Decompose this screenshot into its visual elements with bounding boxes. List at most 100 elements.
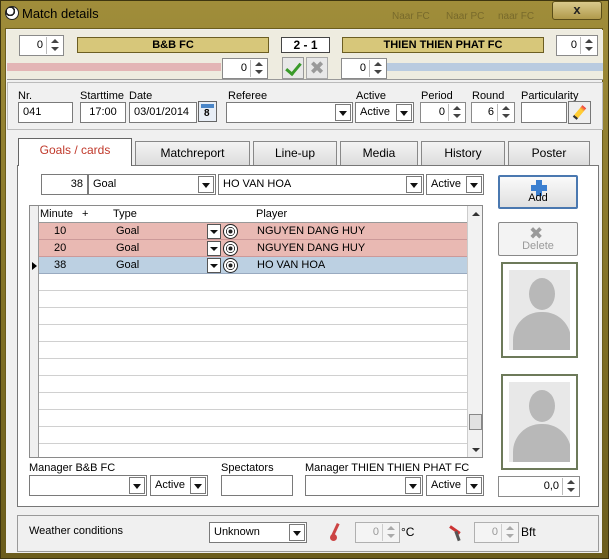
header-type[interactable]: Type xyxy=(113,206,137,222)
spinner-arrows-icon[interactable] xyxy=(501,524,517,541)
spinner-arrows-icon[interactable] xyxy=(562,478,578,495)
close-button[interactable]: x xyxy=(552,1,602,20)
title-bar[interactable]: Match details Naar FC Naar PC naar FC x xyxy=(0,0,609,28)
scroll-thumb[interactable] xyxy=(469,414,482,430)
home-manager-label: Manager B&B FC xyxy=(29,462,116,474)
home-extra-spinner[interactable]: 0 xyxy=(19,35,64,56)
rating-spinner[interactable]: 0,0 xyxy=(498,476,580,497)
chevron-down-icon[interactable] xyxy=(406,176,422,193)
home-sub-spinner[interactable]: 0 xyxy=(222,58,268,79)
chevron-down-icon[interactable] xyxy=(129,477,145,494)
minute-input[interactable]: 38 xyxy=(41,174,88,195)
tab-line-up[interactable]: Line-up xyxy=(253,141,337,165)
home-color-bar xyxy=(7,63,221,71)
round-spinner[interactable]: 6 xyxy=(471,102,515,123)
ghost-label-2: Naar PC xyxy=(446,11,485,22)
confirm-check-button[interactable] xyxy=(282,57,304,79)
date-field[interactable]: 03/01/2014 xyxy=(129,102,197,123)
empty-row xyxy=(30,274,467,291)
current-row-arrow-icon xyxy=(32,262,37,270)
chevron-down-icon[interactable] xyxy=(190,477,206,494)
tab-poster[interactable]: Poster xyxy=(508,141,590,165)
spinner-arrows-icon[interactable] xyxy=(382,524,398,541)
spinner-arrows-icon[interactable] xyxy=(369,60,385,77)
chevron-down-icon[interactable] xyxy=(466,176,482,193)
chevron-down-icon[interactable] xyxy=(335,104,351,121)
spinner-arrows-icon[interactable] xyxy=(580,37,596,54)
scroll-down-icon[interactable] xyxy=(468,442,482,457)
starttime-field[interactable]: 17:00 xyxy=(80,102,126,123)
nr-field[interactable]: 041 xyxy=(18,102,73,123)
away-extra-value: 0 xyxy=(570,39,577,51)
cancel-x-button[interactable]: ✖ xyxy=(306,57,328,79)
spinner-arrows-icon[interactable] xyxy=(250,60,266,77)
away-manager-status-select[interactable]: Active xyxy=(426,475,484,496)
row-minute: 10 xyxy=(54,225,67,237)
row-type: Goal xyxy=(116,242,140,254)
table-row[interactable]: 38 Goal HO VAN HOA xyxy=(30,257,467,274)
empty-row xyxy=(30,444,467,457)
score-result: 2 - 1 xyxy=(281,37,330,53)
chevron-down-icon[interactable] xyxy=(207,241,221,256)
chevron-down-icon[interactable] xyxy=(396,104,412,121)
tab-goals-cards[interactable]: Goals / cards xyxy=(18,138,132,166)
calendar-icon[interactable] xyxy=(198,101,217,122)
grid-scrollbar[interactable] xyxy=(467,206,482,457)
spinner-arrows-icon[interactable] xyxy=(448,104,464,121)
table-row[interactable]: 20 Goal NGUYEN DANG HUY xyxy=(30,240,467,257)
away-manager-status: Active xyxy=(431,479,461,491)
row-indicator xyxy=(30,325,39,342)
spinner-arrows-icon[interactable] xyxy=(46,37,62,54)
chevron-down-icon[interactable] xyxy=(289,524,305,541)
tab-media[interactable]: Media xyxy=(340,141,418,165)
soccer-ball-icon xyxy=(223,258,238,273)
active-value: Active xyxy=(360,106,390,118)
home-manager-status-select[interactable]: Active xyxy=(150,475,208,496)
chevron-down-icon[interactable] xyxy=(198,176,214,193)
referee-select[interactable] xyxy=(226,102,353,123)
tab-matchreport[interactable]: Matchreport xyxy=(135,141,250,165)
soccer-ball-icon xyxy=(223,241,238,256)
spinner-arrows-icon[interactable] xyxy=(497,104,513,121)
spectators-field[interactable] xyxy=(221,475,293,496)
active-label: Active xyxy=(356,90,386,102)
away-sub-spinner[interactable]: 0 xyxy=(341,58,387,79)
starttime-label: Starttime xyxy=(80,90,125,102)
tab-history[interactable]: History xyxy=(421,141,505,165)
header-plus[interactable]: + xyxy=(82,206,88,222)
spectators-label: Spectators xyxy=(221,462,274,474)
chevron-down-icon[interactable] xyxy=(207,258,221,273)
wind-spinner[interactable]: 0 xyxy=(474,522,519,543)
header-minute[interactable]: Minute xyxy=(40,206,73,222)
period-spinner[interactable]: 0 xyxy=(420,102,466,123)
empty-row xyxy=(30,325,467,342)
active-select[interactable]: Active xyxy=(355,102,414,123)
header-player[interactable]: Player xyxy=(256,206,287,222)
rating-value: 0,0 xyxy=(543,480,559,492)
away-player-photo[interactable] xyxy=(501,374,578,470)
ghost-label-1: Naar FC xyxy=(392,11,430,22)
add-button[interactable]: Add xyxy=(498,175,578,209)
away-manager-select[interactable] xyxy=(305,475,423,496)
chevron-down-icon[interactable] xyxy=(207,224,221,239)
home-extra-value: 0 xyxy=(36,39,43,51)
row-player: NGUYEN DANG HUY xyxy=(257,225,366,237)
scroll-up-icon[interactable] xyxy=(468,206,482,222)
home-manager-select[interactable] xyxy=(29,475,147,496)
temperature-spinner[interactable]: 0 xyxy=(355,522,400,543)
away-extra-spinner[interactable]: 0 xyxy=(556,35,598,56)
pencil-icon[interactable] xyxy=(568,101,591,124)
chevron-down-icon[interactable] xyxy=(466,477,482,494)
particularity-field[interactable] xyxy=(521,102,567,123)
temperature-value: 0 xyxy=(372,526,379,538)
chevron-down-icon[interactable] xyxy=(405,477,421,494)
goals-grid: Minute + Type Player 10 Goal NGUYEN DANG… xyxy=(29,205,483,458)
type-select[interactable]: Goal xyxy=(88,174,216,195)
player-select[interactable]: HO VAN HOA xyxy=(218,174,424,195)
period-label: Period xyxy=(421,90,453,102)
delete-button[interactable]: ✖ Delete xyxy=(498,222,578,256)
home-player-photo[interactable] xyxy=(501,262,578,358)
weather-select[interactable]: Unknown xyxy=(209,522,307,543)
entry-status-select[interactable]: Active xyxy=(426,174,484,195)
table-row[interactable]: 10 Goal NGUYEN DANG HUY xyxy=(30,223,467,240)
